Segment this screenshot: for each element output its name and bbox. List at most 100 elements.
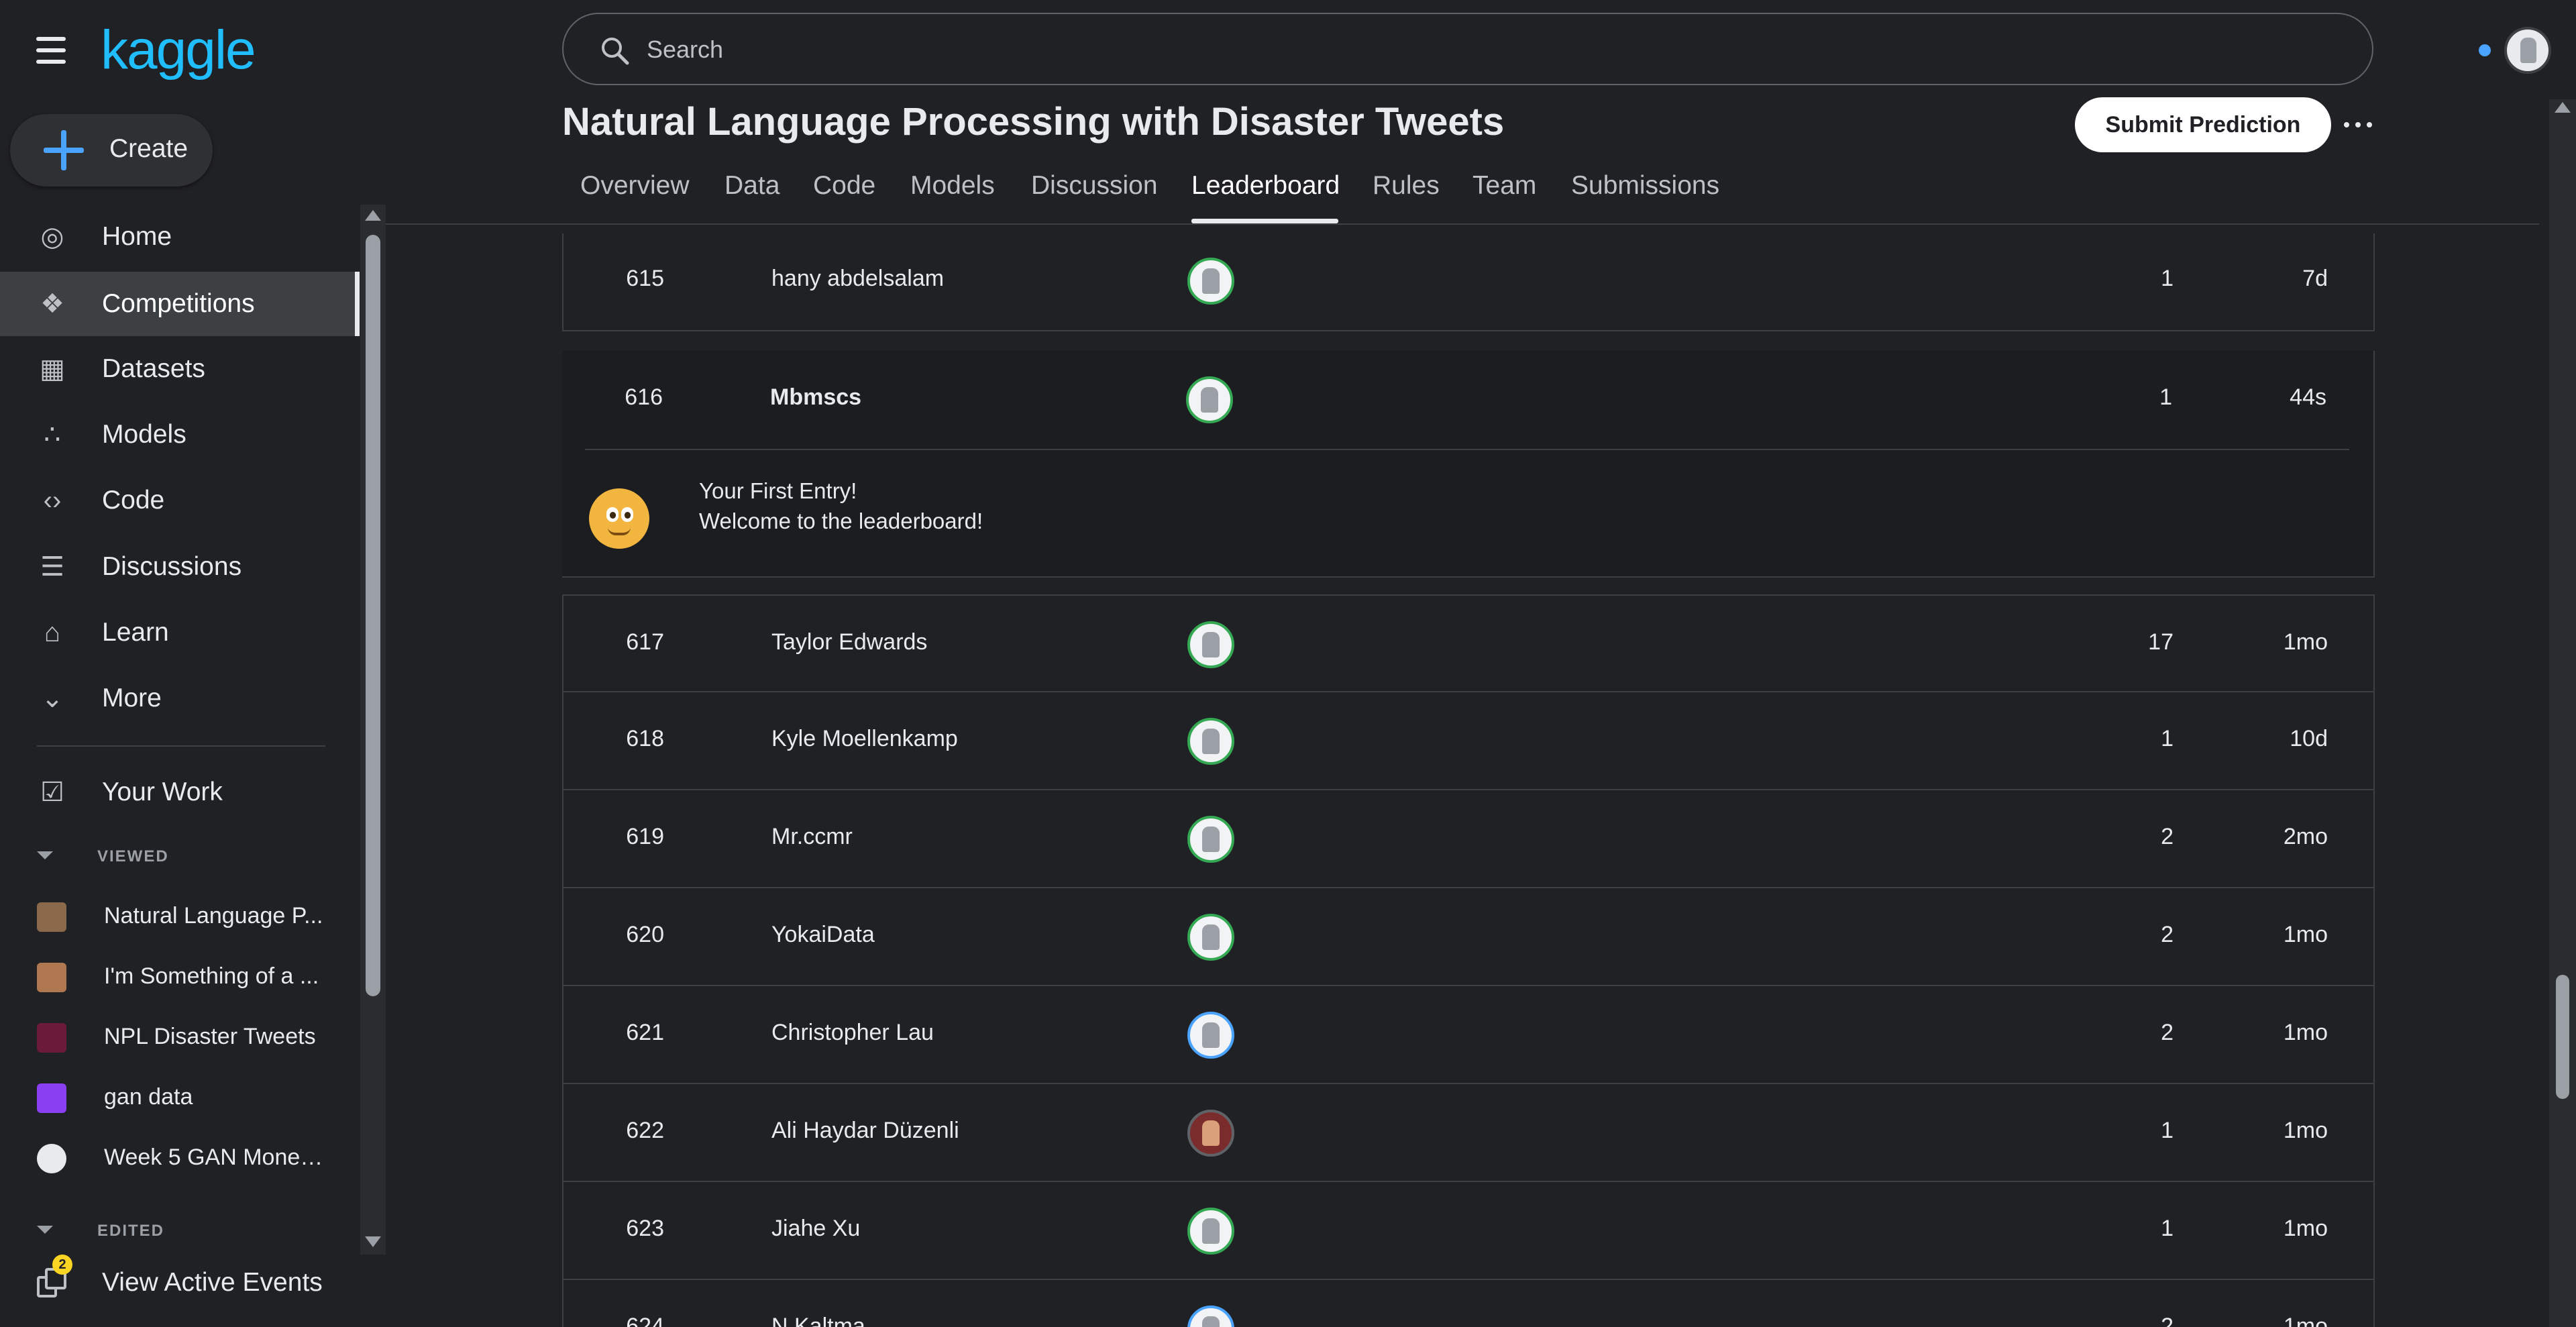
- viewed-item[interactable]: NPL Disaster Tweets: [0, 1008, 349, 1068]
- scroll-up-icon[interactable]: [2555, 102, 2571, 113]
- table-row[interactable]: 615hany abdelsalam0.7814817d: [562, 233, 2375, 331]
- user-avatar[interactable]: [2504, 27, 2551, 74]
- viewed-item-label: I'm Something of a ...: [104, 963, 319, 989]
- sidebar-item-label: More: [102, 684, 162, 712]
- thumbnail-icon: [37, 1023, 66, 1053]
- entries-cell: 1: [2161, 266, 2174, 291]
- my-entry-row[interactable]: 616Mbmscs0.78148144s: [562, 351, 2375, 449]
- tab-leaderboard[interactable]: Leaderboard: [1191, 171, 1340, 201]
- submit-prediction-button[interactable]: Submit Prediction: [2075, 97, 2331, 152]
- team-name[interactable]: hany abdelsalam: [771, 266, 944, 292]
- sidebar-divider: [37, 745, 325, 747]
- competition-title: Natural Language Processing with Disaste…: [562, 100, 1505, 144]
- sidebar-item-code[interactable]: ‹› Code: [0, 468, 360, 533]
- rank-cell: 617: [626, 629, 664, 655]
- table-row[interactable]: 618Kyle Moellenkamp0.78118110d: [562, 692, 2375, 790]
- rank-cell: 624: [626, 1314, 664, 1327]
- table-row[interactable]: 619Mr.ccmr0.7808722mo: [562, 790, 2375, 888]
- sidebar-item-more[interactable]: ⌄ More: [0, 666, 360, 731]
- member-avatar[interactable]: [1187, 621, 1234, 668]
- table-row[interactable]: 621Christopher Lau0.7805721mo: [562, 986, 2375, 1084]
- scroll-down-icon[interactable]: [365, 1236, 381, 1247]
- tab-models[interactable]: Models: [910, 171, 995, 201]
- member-avatar[interactable]: [1187, 258, 1234, 305]
- kaggle-logo[interactable]: kaggle: [101, 19, 256, 82]
- chevron-down-icon: ⌄: [41, 684, 64, 713]
- sidebar-item-home[interactable]: ◎ Home: [0, 205, 360, 269]
- sidebar-item-competitions[interactable]: ❖ Competitions: [0, 272, 360, 336]
- team-name[interactable]: Kyle Moellenkamp: [771, 726, 958, 752]
- viewed-item[interactable]: I'm Something of a ...: [0, 947, 349, 1008]
- more-options-icon[interactable]: [2341, 107, 2375, 141]
- sidebar-item-discussions[interactable]: ☰ Discussions: [0, 535, 360, 599]
- last-submission-cell: 2mo: [2283, 824, 2328, 849]
- team-name[interactable]: Jiahe Xu: [771, 1216, 860, 1242]
- table-row[interactable]: 623Jiahe Xu0.7805711mo: [562, 1182, 2375, 1280]
- rank-cell: 623: [626, 1216, 664, 1241]
- menu-icon[interactable]: [36, 37, 70, 64]
- search-input[interactable]: [647, 33, 2257, 66]
- team-name[interactable]: Ali Haydar Düzenli: [771, 1118, 959, 1144]
- entries-cell: 1: [2159, 384, 2172, 410]
- last-submission-cell: 1mo: [2283, 1118, 2328, 1143]
- search-bar[interactable]: [562, 13, 2373, 85]
- entries-cell: 17: [2148, 629, 2174, 655]
- sidebar-scrollbar[interactable]: [360, 205, 386, 1255]
- table-row[interactable]: 624N Kaltma0.7805721mo: [562, 1280, 2375, 1327]
- table-row[interactable]: 617Taylor Edwards0.78118171mo: [562, 594, 2375, 692]
- caret-down-icon: [37, 851, 53, 859]
- last-submission-cell: 7d: [2302, 266, 2328, 291]
- rank-cell: 618: [626, 726, 664, 751]
- last-submission-cell: 1mo: [2283, 1020, 2328, 1045]
- viewed-item[interactable]: gan data: [0, 1068, 349, 1128]
- member-avatar[interactable]: [1187, 816, 1234, 863]
- sidebar-item-models[interactable]: ∴ Models: [0, 403, 360, 467]
- tab-team[interactable]: Team: [1472, 171, 1536, 201]
- view-active-events[interactable]: 2 View Active Events: [0, 1255, 349, 1315]
- edited-heading: EDITED: [97, 1222, 165, 1240]
- member-avatar[interactable]: [1187, 1012, 1234, 1059]
- member-avatar[interactable]: [1187, 1110, 1234, 1157]
- clipboard-icon: ☑: [40, 778, 64, 807]
- my-entry-card: 616Mbmscs0.78148144s Your First Entry! W…: [562, 351, 2375, 578]
- table-row[interactable]: 622Ali Haydar Düzenli0.7805711mo: [562, 1084, 2375, 1182]
- viewed-item[interactable]: Natural Language P...: [0, 887, 349, 947]
- caret-down-icon: [37, 1226, 53, 1234]
- rank-cell: 616: [625, 384, 663, 410]
- team-name[interactable]: Mr.ccmr: [771, 824, 853, 850]
- tab-discussion[interactable]: Discussion: [1031, 171, 1158, 201]
- viewed-item-label: gan data: [104, 1084, 193, 1110]
- view-active-events-label: View Active Events: [102, 1268, 323, 1297]
- sidebar-item-learn[interactable]: ⌂ Learn: [0, 600, 360, 665]
- viewed-item[interactable]: Week 5 GAN Monet...: [0, 1128, 349, 1189]
- member-avatar[interactable]: [1187, 718, 1234, 765]
- sidebar-scroll-thumb[interactable]: [366, 235, 380, 996]
- page-scroll-thumb[interactable]: [2556, 975, 2569, 1099]
- tab-rules[interactable]: Rules: [1373, 171, 1440, 201]
- team-name[interactable]: YokaiData: [771, 922, 875, 948]
- create-button[interactable]: Create: [10, 114, 213, 187]
- team-name[interactable]: N Kaltma: [771, 1314, 865, 1327]
- code-icon: ‹›: [43, 486, 62, 515]
- tab-code[interactable]: Code: [813, 171, 875, 201]
- viewed-item-label: Natural Language P...: [104, 903, 323, 928]
- thumbnail-icon: [37, 963, 66, 992]
- member-avatar[interactable]: [1187, 1306, 1234, 1327]
- smiley-icon: [589, 488, 649, 549]
- member-avatar[interactable]: [1186, 376, 1233, 423]
- team-name[interactable]: Christopher Lau: [771, 1020, 934, 1046]
- tab-data[interactable]: Data: [724, 171, 780, 201]
- team-name[interactable]: Mbmscs: [770, 384, 861, 411]
- page-scrollbar[interactable]: [2549, 99, 2576, 1327]
- tab-overview[interactable]: Overview: [580, 171, 690, 201]
- sidebar-item-your-work[interactable]: ☑ Your Work: [0, 760, 360, 825]
- member-avatar[interactable]: [1187, 1208, 1234, 1255]
- sidebar-item-datasets[interactable]: ▦ Datasets: [0, 337, 360, 401]
- table-row[interactable]: 620YokaiData0.7805721mo: [562, 888, 2375, 986]
- scroll-up-icon[interactable]: [365, 210, 381, 221]
- entries-cell: 1: [2161, 1216, 2174, 1241]
- member-avatar[interactable]: [1187, 914, 1234, 961]
- tab-submissions[interactable]: Submissions: [1571, 171, 1719, 201]
- rank-cell: 615: [626, 266, 664, 291]
- team-name[interactable]: Taylor Edwards: [771, 629, 927, 655]
